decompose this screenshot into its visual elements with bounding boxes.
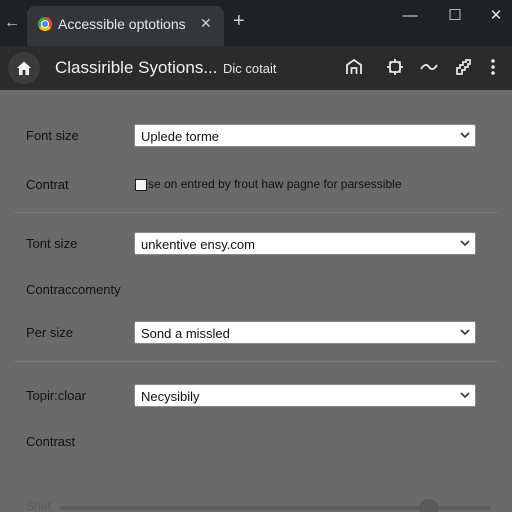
slider-thumb[interactable] xyxy=(419,499,439,512)
setting-label-shet: Shet xyxy=(26,499,51,512)
trend-icon[interactable] xyxy=(419,57,439,77)
home-icon xyxy=(17,61,31,75)
page-title: Classirible Syotions... xyxy=(55,58,218,77)
tont-size-select[interactable]: unkentive ensy.com xyxy=(134,232,476,255)
setting-label-contraccomenty: Contraccomenty xyxy=(26,282,121,297)
chevron-down-icon xyxy=(460,329,470,336)
chevron-down-icon xyxy=(460,240,470,247)
extension-icon[interactable] xyxy=(453,57,473,77)
gear-icon[interactable] xyxy=(385,57,405,77)
chevron-down-icon xyxy=(460,132,470,139)
browser-tab-strip: ← Accessible optotions ✕ + — ☐ ✕ xyxy=(0,0,512,46)
setting-label-contrat: Contrat xyxy=(26,177,69,192)
window-minimize-icon[interactable]: — xyxy=(400,6,420,26)
per-size-select[interactable]: Sond a missled xyxy=(134,321,476,344)
setting-label-topir-cloar: Topir:cloar xyxy=(26,388,86,403)
topir-cloar-select[interactable]: Necysibily xyxy=(134,384,476,407)
section-divider xyxy=(14,212,498,213)
setting-label-per-size: Per size xyxy=(26,325,73,340)
setting-label-tont-size: Tont size xyxy=(26,236,78,251)
select-value: Sond a missled xyxy=(141,326,230,341)
browser-tab[interactable]: Accessible optotions ✕ xyxy=(27,6,224,46)
setting-label-font-size: Font size xyxy=(26,128,79,143)
select-value: unkentive ensy.com xyxy=(141,237,255,252)
home-button[interactable] xyxy=(8,52,40,84)
window-maximize-icon[interactable]: ☐ xyxy=(445,6,465,26)
page-subtitle: Dic cotait xyxy=(223,61,277,76)
chrome-icon xyxy=(38,17,52,31)
tab-close-icon[interactable]: ✕ xyxy=(200,15,212,32)
contrast-checkbox[interactable] xyxy=(135,179,147,191)
section-divider xyxy=(14,361,498,362)
more-vert-icon[interactable] xyxy=(483,57,503,77)
app-header: Classirible Syotions... Dic cotait xyxy=(0,46,512,90)
back-icon[interactable]: ← xyxy=(4,13,20,33)
castle-icon[interactable] xyxy=(344,57,364,77)
tab-title: Accessible optotions xyxy=(58,16,186,32)
chevron-down-icon xyxy=(460,392,470,399)
window-close-icon[interactable]: ✕ xyxy=(486,6,506,26)
setting-label-contrast: Contrast xyxy=(26,434,76,449)
select-value: Necysibily xyxy=(141,389,200,404)
new-tab-icon[interactable]: + xyxy=(233,11,245,31)
select-value: Uplede torme xyxy=(141,129,220,144)
font-size-select[interactable]: Uplede torme xyxy=(134,124,476,147)
settings-panel xyxy=(0,90,512,512)
checkbox-label: se on entred by frout haw pagne for pars… xyxy=(148,177,402,191)
